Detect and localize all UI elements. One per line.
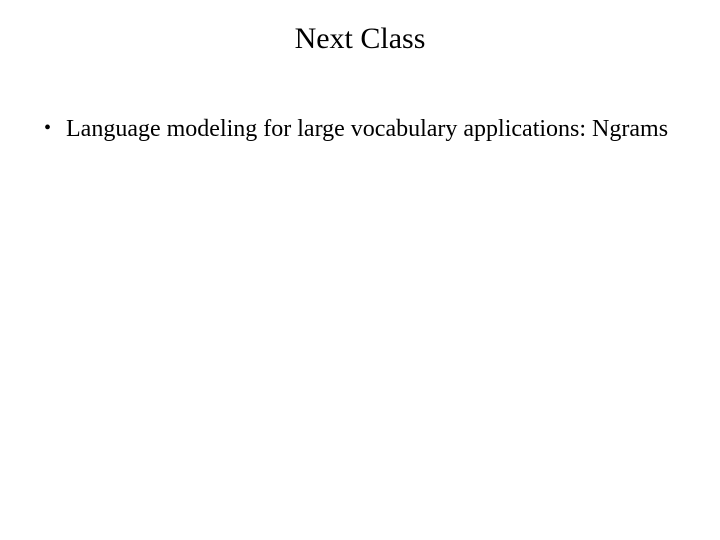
list-item: • Language modeling for large vocabulary…: [42, 114, 678, 144]
slide: Next Class • Language modeling for large…: [0, 0, 720, 540]
slide-title: Next Class: [0, 22, 720, 56]
slide-body: • Language modeling for large vocabulary…: [42, 114, 678, 144]
list-item-text: Language modeling for large vocabulary a…: [66, 116, 668, 142]
bullet-list: • Language modeling for large vocabulary…: [42, 114, 678, 144]
bullet-icon: •: [44, 118, 51, 138]
